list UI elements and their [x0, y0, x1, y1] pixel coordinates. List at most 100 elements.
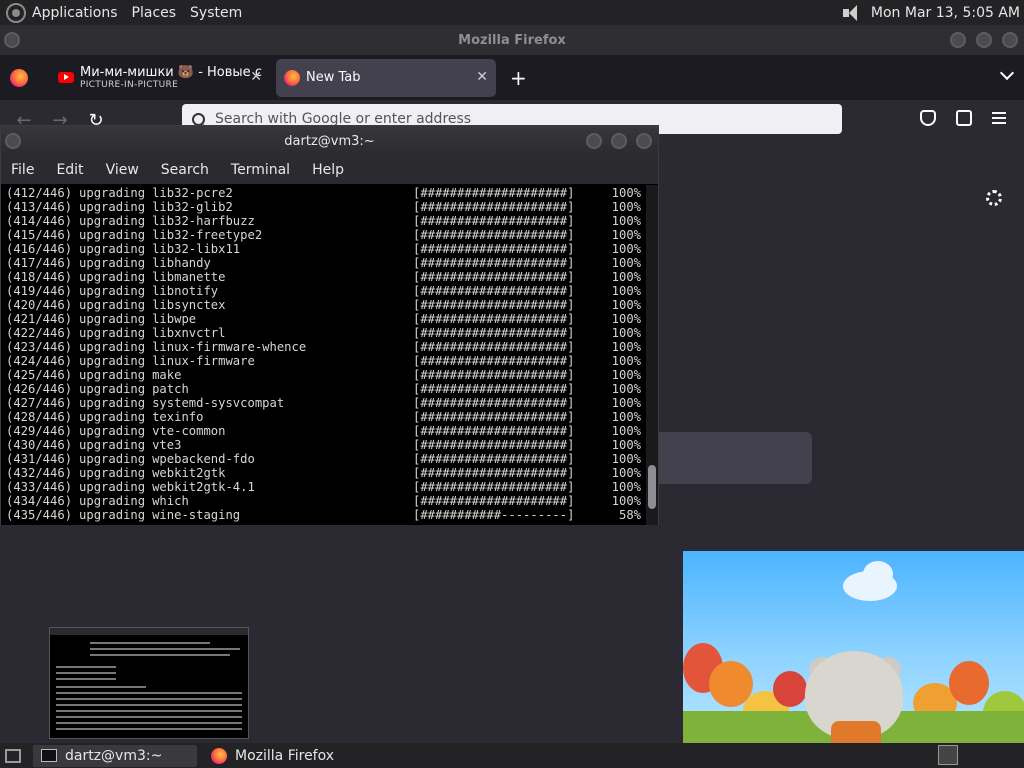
firefox-view-icon[interactable]	[10, 68, 28, 87]
line-counter: (423/446)	[6, 340, 73, 354]
progress-bar-text: [####################]	[413, 340, 575, 354]
list-all-tabs-icon[interactable]	[999, 65, 1015, 81]
clock[interactable]: Mon Mar 13, 5:05 AM	[871, 5, 1020, 21]
terminal-line: (414/446) upgrading lib32-harfbuzz [#######…	[6, 214, 647, 228]
menu-file[interactable]: File	[11, 162, 34, 178]
tab-new-tab[interactable]: New Tab ✕	[276, 58, 496, 97]
tab-close-icon[interactable]: ✕	[250, 69, 262, 85]
menu-edit[interactable]: Edit	[56, 162, 83, 178]
picture-in-picture-video[interactable]	[683, 551, 1024, 743]
terminal-line: (422/446) upgrading libxnvctrl [###########…	[6, 326, 647, 340]
new-tab-button[interactable]: +	[510, 66, 527, 90]
progress-percent: 100%	[611, 340, 641, 354]
system-menu[interactable]: System	[184, 5, 250, 21]
firefox-icon	[211, 747, 227, 764]
terminal-output[interactable]: (412/446) upgrading lib32-pcre2 [##########…	[1, 185, 647, 525]
line-package: lib32-libx11	[152, 242, 241, 256]
line-package: make	[152, 368, 182, 382]
thumbnail-line	[56, 698, 242, 700]
line-counter: (412/446)	[6, 186, 73, 200]
line-counter: (427/446)	[6, 396, 73, 410]
taskbar-firefox[interactable]: Mozilla Firefox	[203, 745, 342, 767]
terminal-line-text: (432/446) upgrading webkit2gtk	[6, 466, 225, 480]
extensions-icon[interactable]	[956, 110, 972, 126]
line-counter: (429/446)	[6, 424, 73, 438]
tab-new-tab-title: New Tab	[306, 70, 361, 85]
window-menu-button[interactable]	[4, 32, 20, 48]
terminal-line-text: (419/446) upgrading libnotify	[6, 284, 218, 298]
maximize-button[interactable]	[976, 32, 992, 48]
progress-percent: 100%	[611, 480, 641, 494]
maximize-button[interactable]	[611, 133, 627, 149]
gear-icon[interactable]	[986, 190, 1002, 206]
line-verb: upgrading	[79, 466, 146, 480]
terminal-window-title: dartz@vm3:~	[284, 133, 375, 149]
line-verb: upgrading	[79, 508, 146, 522]
line-package: libsynctex	[152, 298, 226, 312]
thumbnail-line	[56, 728, 242, 730]
line-counter: (424/446)	[6, 354, 73, 368]
terminal-line-text: (413/446) upgrading lib32-glib2	[6, 200, 233, 214]
line-verb: upgrading	[79, 298, 146, 312]
line-verb: upgrading	[79, 200, 146, 214]
terminal-line: (415/446) upgrading lib32-freetype2 [######…	[6, 228, 647, 242]
shortcut-card[interactable]	[650, 432, 812, 484]
line-package: libhandy	[152, 256, 211, 270]
line-verb: upgrading	[79, 438, 146, 452]
workspace-thumbnail[interactable]	[49, 627, 249, 739]
terminal-scrollbar[interactable]	[646, 185, 658, 525]
tree	[773, 671, 807, 707]
progress-percent: 100%	[611, 312, 641, 326]
menu-view[interactable]: View	[106, 162, 139, 178]
tab-youtube-subtitle: PICTURE-IN-PICTURE	[80, 80, 179, 90]
progress-bar-text: [####################]	[413, 466, 575, 480]
terminal-line: (417/446) upgrading libhandy [#############…	[6, 256, 647, 270]
progress-bar-text: [####################]	[413, 438, 575, 452]
workspace-switcher[interactable]	[938, 745, 958, 765]
progress-percent: 100%	[611, 368, 641, 382]
terminal-line: (412/446) upgrading lib32-pcre2 [##########…	[6, 186, 647, 200]
taskbar-terminal-label: dartz@vm3:~	[65, 747, 163, 764]
line-package: patch	[152, 382, 189, 396]
thumbnail-line	[56, 678, 116, 680]
tab-youtube[interactable]: Ми-ми-мишки 🐻 - Новые с PICTURE-IN-PICTU…	[50, 59, 270, 97]
line-package: lib32-glib2	[152, 200, 233, 214]
menu-help[interactable]: Help	[312, 162, 344, 178]
line-counter: (432/446)	[6, 466, 73, 480]
taskbar-terminal[interactable]: dartz@vm3:~	[33, 744, 197, 767]
scrollbar-thumb[interactable]	[648, 465, 656, 509]
line-counter: (430/446)	[6, 438, 73, 452]
terminal-line-text: (425/446) upgrading make	[6, 368, 181, 382]
window-menu-button[interactable]	[5, 133, 21, 149]
show-desktop-icon[interactable]	[5, 748, 21, 763]
tab-close-icon[interactable]: ✕	[476, 69, 488, 85]
terminal-titlebar[interactable]: dartz@vm3:~	[1, 126, 658, 156]
terminal-menubar: File Edit View Search Terminal Help	[1, 156, 658, 184]
menu-terminal[interactable]: Terminal	[231, 162, 290, 178]
close-button[interactable]	[1002, 32, 1018, 48]
progress-percent: 100%	[611, 354, 641, 368]
volume-icon[interactable]	[841, 3, 863, 23]
firefox-titlebar[interactable]: Mozilla Firefox	[0, 25, 1024, 55]
progress-percent: 100%	[611, 298, 641, 312]
terminal-line-text: (423/446) upgrading linux-firmware-whence	[6, 340, 306, 354]
terminal-line: (431/446) upgrading wpebackend-fdo [#######…	[6, 452, 647, 466]
minimize-button[interactable]	[950, 32, 966, 48]
hamburger-menu-icon[interactable]	[992, 112, 1006, 124]
tab-youtube-text: Ми-ми-мишки 🐻 - Новые с PICTURE-IN-PICTU…	[80, 65, 262, 90]
line-counter: (426/446)	[6, 382, 73, 396]
places-menu[interactable]: Places	[126, 5, 185, 21]
progress-percent: 100%	[611, 494, 641, 508]
distro-logo-icon[interactable]	[6, 2, 26, 23]
thumbnail-line	[56, 686, 146, 688]
applications-menu[interactable]: Applications	[32, 5, 126, 21]
menu-search[interactable]: Search	[161, 162, 209, 178]
terminal-line-text: (420/446) upgrading libsynctex	[6, 298, 225, 312]
progress-percent: 100%	[611, 200, 641, 214]
bottom-panel: dartz@vm3:~ Mozilla Firefox	[0, 743, 1024, 768]
line-verb: upgrading	[79, 382, 146, 396]
close-button[interactable]	[636, 133, 652, 149]
pocket-icon[interactable]	[920, 110, 936, 126]
minimize-button[interactable]	[586, 133, 602, 149]
terminal-line: (433/446) upgrading webkit2gtk-4.1 [#######…	[6, 480, 647, 494]
